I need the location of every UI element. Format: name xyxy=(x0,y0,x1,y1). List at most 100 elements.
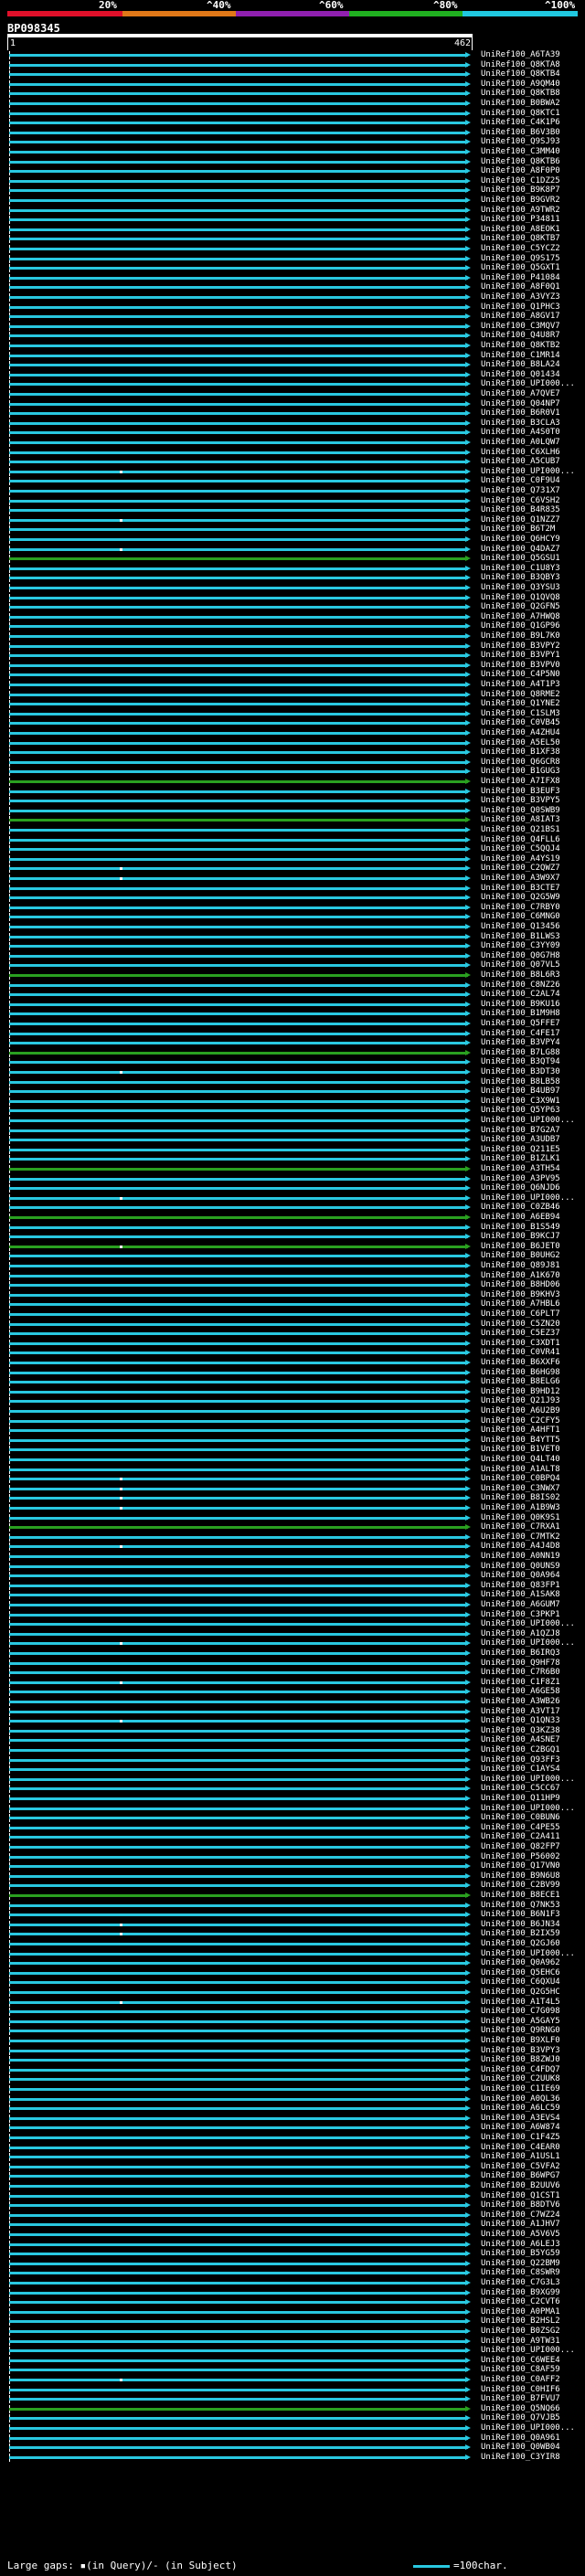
hit-alignment-bar[interactable] xyxy=(9,983,468,987)
hit-label[interactable]: UniRef100_C4P5N0 xyxy=(481,670,560,680)
hit-label[interactable]: UniRef100_B3VPY1 xyxy=(481,651,560,661)
hit-row[interactable]: UniRef100_Q1GP96 xyxy=(0,621,585,631)
hit-alignment-bar[interactable] xyxy=(9,1797,468,1800)
hit-alignment-bar[interactable] xyxy=(9,2242,468,2246)
hit-row[interactable]: UniRef100_Q1QN33 xyxy=(0,1716,585,1726)
hit-alignment-bar[interactable] xyxy=(9,2185,468,2188)
hit-alignment-bar[interactable] xyxy=(9,470,468,473)
hit-label[interactable]: UniRef100_Q8KTA8 xyxy=(481,60,560,70)
hit-alignment-bar[interactable] xyxy=(9,722,468,726)
hit-label[interactable]: UniRef100_B6HG98 xyxy=(481,1368,560,1378)
hit-alignment-bar[interactable] xyxy=(9,2175,468,2178)
hit-row[interactable]: UniRef100_B6JET0 xyxy=(0,1242,585,1252)
hit-alignment-bar[interactable] xyxy=(9,528,468,532)
hit-alignment-bar[interactable] xyxy=(9,189,468,193)
hit-label[interactable]: UniRef100_A8EOK1 xyxy=(481,225,560,235)
hit-row[interactable]: UniRef100_Q6GCR8 xyxy=(0,758,585,768)
hit-row[interactable]: UniRef100_Q4U8R7 xyxy=(0,331,585,341)
hit-row[interactable]: UniRef100_C8NZ26 xyxy=(0,981,585,991)
hit-label[interactable]: UniRef100_C2AL74 xyxy=(481,990,560,1000)
hit-alignment-bar[interactable] xyxy=(9,741,468,745)
hit-label[interactable]: UniRef100_A0LQW7 xyxy=(481,438,560,448)
hit-alignment-bar[interactable] xyxy=(9,2088,468,2091)
hit-row[interactable]: UniRef100_Q13456 xyxy=(0,922,585,932)
hit-alignment-bar[interactable] xyxy=(9,2040,468,2042)
hit-row[interactable]: UniRef100_C6QXU4 xyxy=(0,1977,585,1988)
hit-alignment-bar[interactable] xyxy=(9,848,468,852)
hit-label[interactable]: UniRef100_Q5FFE7 xyxy=(481,1019,560,1029)
hit-alignment-bar[interactable] xyxy=(9,1265,468,1267)
hit-alignment-bar[interactable] xyxy=(9,1933,468,1936)
hit-row[interactable]: UniRef100_B4YTT5 xyxy=(0,1436,585,1446)
hit-label[interactable]: UniRef100_B8HD06 xyxy=(481,1280,560,1290)
hit-label[interactable]: UniRef100_A4T1P3 xyxy=(481,680,560,690)
hit-alignment-bar[interactable] xyxy=(9,208,468,212)
hit-label[interactable]: UniRef100_C6PLT7 xyxy=(481,1309,560,1320)
hit-row[interactable]: UniRef100_C1IE69 xyxy=(0,2084,585,2094)
hit-row[interactable]: UniRef100_B9KHV3 xyxy=(0,1290,585,1300)
hit-label[interactable]: UniRef100_C1SLM3 xyxy=(481,709,560,719)
hit-alignment-bar[interactable] xyxy=(9,1293,468,1297)
hit-label[interactable]: UniRef100_C0ZB46 xyxy=(481,1203,560,1213)
hit-row[interactable]: UniRef100_C0ZB46 xyxy=(0,1203,585,1213)
hit-alignment-bar[interactable] xyxy=(9,635,468,638)
hit-row[interactable]: UniRef100_A5V6V5 xyxy=(0,2230,585,2240)
hit-alignment-bar[interactable] xyxy=(9,2019,468,2023)
hit-alignment-bar[interactable] xyxy=(9,770,468,774)
hit-row[interactable]: UniRef100_C2A411 xyxy=(0,1832,585,1842)
hit-label[interactable]: UniRef100_P56002 xyxy=(481,1852,560,1862)
hit-alignment-bar[interactable] xyxy=(9,286,468,290)
hit-label[interactable]: UniRef100_B4R835 xyxy=(481,505,560,515)
hit-alignment-bar[interactable] xyxy=(9,334,468,338)
hit-label[interactable]: UniRef100_B8ELG6 xyxy=(481,1377,560,1387)
hit-alignment-bar[interactable] xyxy=(9,2339,468,2343)
hit-label[interactable]: UniRef100_B9GVR2 xyxy=(481,196,560,206)
hit-label[interactable]: UniRef100_A3VYZ3 xyxy=(481,292,560,302)
hit-alignment-bar[interactable] xyxy=(9,2194,468,2198)
hit-row[interactable]: UniRef100_A0LQW7 xyxy=(0,438,585,448)
hit-row[interactable]: UniRef100_C4FDQ7 xyxy=(0,2065,585,2075)
hit-alignment-bar[interactable] xyxy=(9,2049,468,2052)
hit-row[interactable]: UniRef100_C1F4Z5 xyxy=(0,2133,585,2143)
hit-label[interactable]: UniRef100_Q9S175 xyxy=(481,254,560,264)
hit-row[interactable]: UniRef100_C7G3L3 xyxy=(0,2278,585,2288)
hit-alignment-bar[interactable] xyxy=(9,1119,468,1122)
hit-row[interactable]: UniRef100_B9XLF0 xyxy=(0,2036,585,2046)
hit-alignment-bar[interactable] xyxy=(9,1341,468,1345)
hit-row[interactable]: UniRef100_UPI000... xyxy=(0,1193,585,1203)
hit-row[interactable]: UniRef100_Q4FLL6 xyxy=(0,835,585,845)
hit-label[interactable]: UniRef100_B1S549 xyxy=(481,1223,560,1233)
hit-row[interactable]: UniRef100_UPI000... xyxy=(0,1949,585,1959)
hit-label[interactable]: UniRef100_C1IE69 xyxy=(481,2084,560,2094)
hit-alignment-bar[interactable] xyxy=(9,490,468,493)
hit-row[interactable]: UniRef100_Q9S175 xyxy=(0,254,585,264)
hit-label[interactable]: UniRef100_A4SNE7 xyxy=(481,1735,560,1745)
hit-label[interactable]: UniRef100_A6GUM7 xyxy=(481,1600,560,1610)
hit-row[interactable]: UniRef100_B1VET0 xyxy=(0,1445,585,1455)
hit-alignment-bar[interactable] xyxy=(9,1352,468,1355)
hit-label[interactable]: UniRef100_A6GE58 xyxy=(481,1687,560,1697)
hit-row[interactable]: UniRef100_A0QL36 xyxy=(0,2094,585,2104)
hit-label[interactable]: UniRef100_B1LWS3 xyxy=(481,932,560,942)
hit-alignment-bar[interactable] xyxy=(9,2427,468,2430)
hit-alignment-bar[interactable] xyxy=(9,935,468,938)
hit-alignment-bar[interactable] xyxy=(9,1507,468,1510)
hit-alignment-bar[interactable] xyxy=(9,2146,468,2149)
hit-label[interactable]: UniRef100_C5YCZ2 xyxy=(481,244,560,254)
hit-alignment-bar[interactable] xyxy=(9,693,468,696)
hit-row[interactable]: UniRef100_C4P5N0 xyxy=(0,670,585,680)
hit-label[interactable]: UniRef100_Q5GSU1 xyxy=(481,554,560,564)
hit-row[interactable]: UniRef100_B9HD12 xyxy=(0,1387,585,1397)
hit-label[interactable]: UniRef100_C4EAR0 xyxy=(481,2143,560,2153)
hit-row[interactable]: UniRef100_Q01434 xyxy=(0,370,585,380)
hit-row[interactable]: UniRef100_Q93FF3 xyxy=(0,1755,585,1765)
hit-alignment-bar[interactable] xyxy=(9,538,468,541)
hit-row[interactable]: UniRef100_C3XDT1 xyxy=(0,1339,585,1349)
hit-row[interactable]: UniRef100_B8LB58 xyxy=(0,1077,585,1087)
hit-label[interactable]: UniRef100_Q8KTB7 xyxy=(481,234,560,244)
hit-alignment-bar[interactable] xyxy=(9,557,468,561)
hit-row[interactable]: UniRef100_Q21J93 xyxy=(0,1396,585,1406)
hit-alignment-bar[interactable] xyxy=(9,518,468,522)
hit-alignment-bar[interactable] xyxy=(9,2349,468,2353)
hit-label[interactable]: UniRef100_B3VPY3 xyxy=(481,2046,560,2056)
